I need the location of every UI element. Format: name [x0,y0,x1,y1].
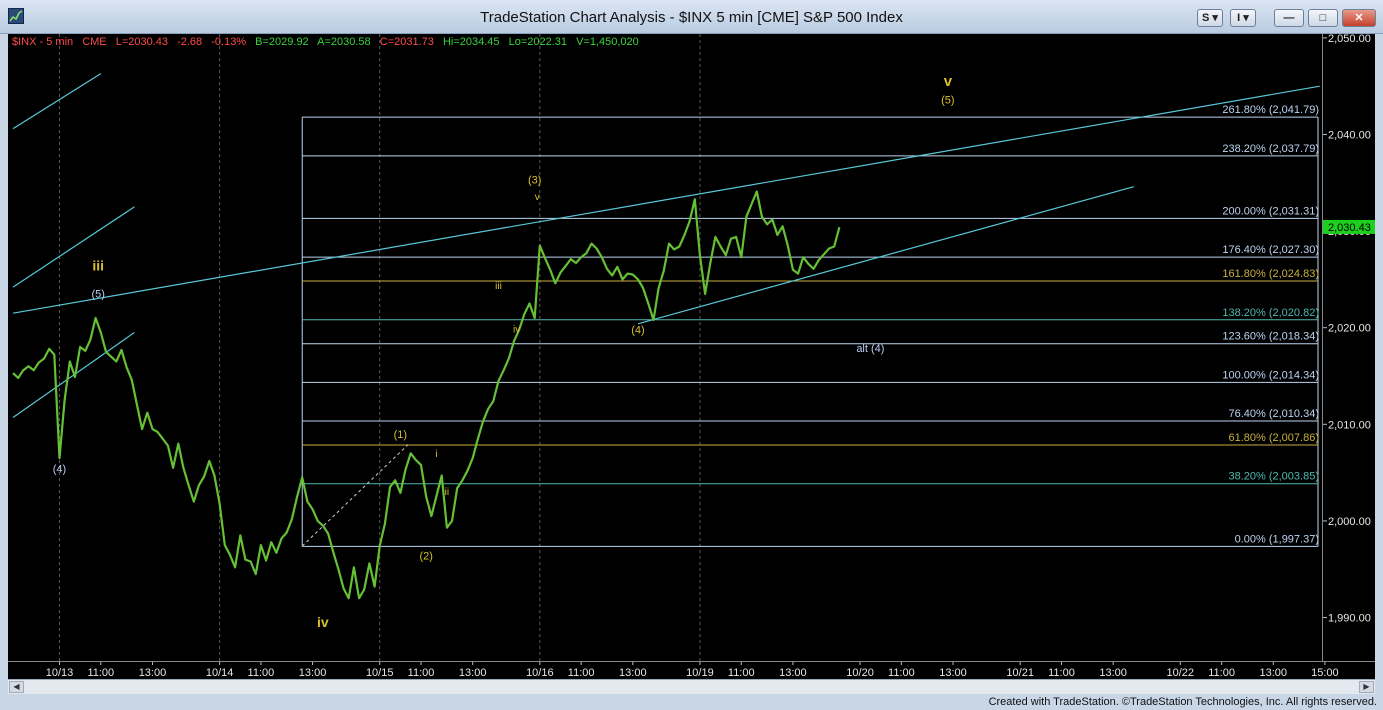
fib-level-label: 238.20% (2,037.79) [1222,143,1319,155]
time-axis[interactable]: 10/13 11:00 13:00 10/14 11:00 13:00 10/15 11:00… [8,661,1375,679]
high-label: Hi=2034.45 [442,36,500,48]
horizontal-scrollbar[interactable]: ◀ ▶ [8,679,1375,694]
title-bar: TradeStation Chart Analysis - $INX 5 min… [0,0,1383,34]
time-tick-label: 10/20 [846,667,874,679]
price-tick-label: 2,020.00 [1328,323,1371,335]
price-chart: 261.80% (2,041.79) 238.20% (2,037.79) 200.… [12,34,1320,661]
percent-change-label: -0.13% [211,36,247,48]
wave-label: v [535,192,540,203]
wave-label: iii [92,258,104,274]
price-series-line [12,190,841,600]
wave-label: alt (4) [856,343,884,355]
fib-level-label: 261.80% (2,041.79) [1222,104,1319,116]
time-tick-label: 11:00 [888,667,915,679]
exchange-label: CME [82,36,107,48]
wave-label: ii [445,487,449,498]
time-tick-label: 10/16 [526,667,554,679]
time-tick-label: 10/13 [46,667,74,679]
price-tick-label: 2,050.00 [1328,34,1371,45]
time-tick-label: 11:00 [568,667,595,679]
chart-plot-area[interactable]: 261.80% (2,041.79) 238.20% (2,037.79) 200.… [8,34,1322,661]
fib-level-label: 176.40% (2,027.30) [1222,244,1319,256]
symbol-info-bar: $INX - 5 min CME L=2030.43 -2.68 -0.13% … [12,36,645,48]
indicator-link-label: I [1237,12,1241,24]
time-tick-label: 13:00 [459,667,487,679]
fib-level-label: 123.60% (2,018.34) [1222,331,1319,343]
ask-label: A=2030.58 [317,36,371,48]
wave-label: i [435,449,437,460]
price-tick-label: 2,000.00 [1328,516,1371,528]
time-tick-label: 11:00 [1208,667,1235,679]
price-tick-label: 2,010.00 [1328,419,1371,431]
iii-channel-middle-line [12,206,135,288]
wave-label: (5) [941,95,954,107]
time-tick-label: 13:00 [1259,667,1287,679]
wave-label: (3) [528,175,541,187]
fib-level-label: 76.40% (2,010.34) [1228,408,1319,420]
low-label: Lo=2022.31 [508,36,567,48]
symbol-link-button[interactable]: S ▾ [1197,9,1223,27]
symbol-label: $INX - 5 min [12,36,74,48]
upper-channel-trendline [12,85,1320,314]
fib-level-label: 161.80% (2,024.83) [1222,268,1319,280]
fib-level-label: 200.00% (2,031.31) [1222,205,1319,217]
last-price-label: L=2030.43 [115,36,169,48]
close-button[interactable]: ✕ [1342,9,1376,27]
time-tick-label: 11:00 [728,667,755,679]
fib-level-label: 38.20% (2,003.85) [1228,471,1319,483]
price-tick-label: 2,040.00 [1328,129,1371,141]
wave-1-measure-line [301,444,409,547]
symbol-link-label: S [1202,12,1210,24]
time-tick-label: 10/22 [1167,667,1195,679]
wave-label: iv [317,614,329,630]
bid-label: B=2029.92 [255,36,309,48]
time-axis-ticks: 10/13 11:00 13:00 10/14 11:00 13:00 10/15 11:00… [46,662,1339,679]
price-tick-label: 1,990.00 [1328,613,1371,625]
wave-label: (4) [631,324,644,336]
credits-text: Created with TradeStation. ©TradeStation… [988,696,1377,708]
wave-label: (5) [91,289,104,301]
iii-channel-upper-line [12,73,102,130]
net-change-label: -2.68 [177,36,203,48]
time-tick-label: 13:00 [939,667,967,679]
time-tick-label: 13:00 [619,667,647,679]
window-title: TradeStation Chart Analysis - $INX 5 min… [480,9,903,26]
fib-level-label: 100.00% (2,014.34) [1222,369,1319,381]
time-tick-label: 10/19 [686,667,714,679]
minimize-button[interactable]: — [1274,9,1304,27]
time-tick-label: 11:00 [1048,667,1075,679]
time-tick-label: 11:00 [87,667,114,679]
time-tick-label: 13:00 [779,667,807,679]
maximize-button[interactable]: □ [1308,9,1338,27]
indicator-link-button[interactable]: I ▾ [1230,9,1256,27]
time-tick-label: 10/15 [366,667,394,679]
time-tick-label: 13:00 [1099,667,1127,679]
scroll-left-button[interactable]: ◀ [9,681,24,693]
price-axis[interactable]: 2,050.002,040.002,030.002,020.002,010.00… [1322,34,1375,661]
time-tick-label: 11:00 [408,667,435,679]
wave-label: (4) [53,464,66,476]
fib-level-label: 61.80% (2,007.86) [1228,432,1319,444]
volume-label: V=1,450,020 [576,36,639,48]
wave-label: (2) [419,551,432,563]
time-tick-label: 13:00 [139,667,167,679]
fib-level-label: 138.20% (2,020.82) [1222,307,1319,319]
close-label: C=2031.73 [379,36,434,48]
scroll-right-button[interactable]: ▶ [1359,681,1374,693]
wave-label: (1) [394,429,407,441]
time-tick-label: 10/21 [1006,667,1034,679]
last-price-label: 2,030.43 [1328,222,1371,234]
wave-label: iii [495,281,502,292]
time-tick-label: 13:00 [299,667,327,679]
price-axis-ticks: 2,050.002,040.002,030.002,020.002,010.00… [1323,34,1375,625]
wave-label: iv [513,325,520,336]
time-tick-label: 15:00 [1311,667,1339,679]
status-bar: Created with TradeStation. ©TradeStation… [0,696,1383,710]
time-tick-label: 11:00 [248,667,275,679]
wave-label: v [944,73,953,90]
fib-level-label: 0.00% (1,997.37) [1235,533,1319,545]
time-tick-label: 10/14 [206,667,234,679]
